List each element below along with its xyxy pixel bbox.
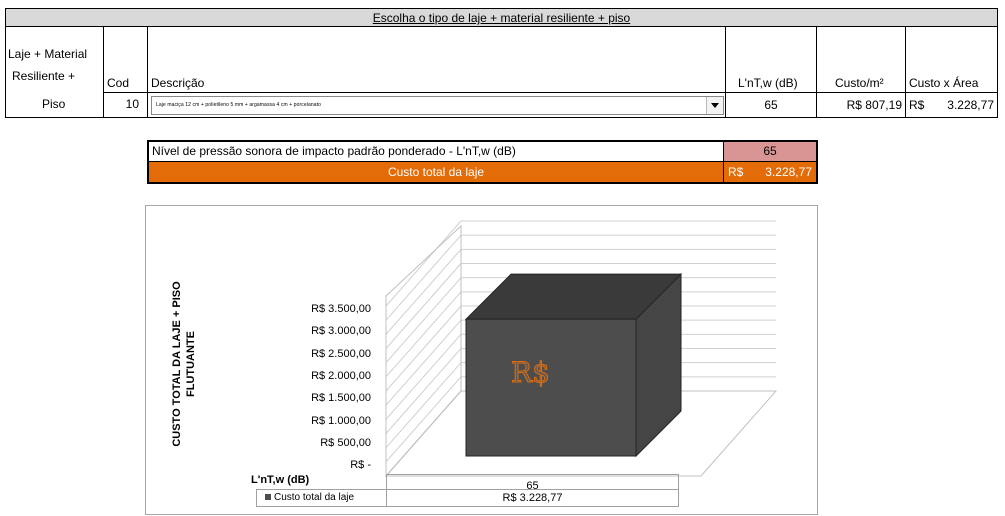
row-header-line-1: Laje + Material [8, 47, 88, 61]
descricao-cell: Laje maciça 12 cm + polietileno 5 mm + a… [147, 92, 726, 118]
custo-m2-cell: R$ 807,19 [816, 92, 906, 118]
y-tick-label: R$ - [350, 459, 371, 472]
col-lntw-header: L'nT,w (dB) [725, 26, 817, 93]
nivel-value: 65 [724, 142, 816, 162]
custo-total-value-cell: R$ 3.228,77 [724, 162, 816, 182]
table-title: Escolha o tipo de laje + material resili… [5, 8, 998, 27]
y-tick-label: R$ 1.000,00 [311, 414, 371, 427]
row-header-cell: Laje + Material Resiliente + Piso [5, 26, 104, 118]
chart-xlabel: L'nT,w (dB) [251, 474, 310, 486]
bar-front [465, 318, 637, 457]
chart-category-cell: 65 [386, 474, 679, 492]
gridline [385, 220, 462, 307]
lntw-cell: 65 [725, 92, 817, 118]
gridline [385, 362, 462, 448]
row-header-line-2: Resiliente + [12, 69, 76, 83]
legend-label: Custo total da laje [274, 492, 355, 503]
y-tick-label: R$ 3.500,00 [311, 303, 371, 315]
col-custo-area-header: Custo x Área [905, 26, 998, 93]
y-tick-label: R$ 1.500,00 [311, 392, 371, 405]
y-tick-label: R$ 2.500,00 [311, 347, 371, 360]
descricao-dropdown-value: Laje maciça 12 cm + polietileno 5 mm + a… [156, 102, 321, 108]
gridline [385, 348, 462, 434]
col-custo-m2-header: Custo/m² [816, 26, 906, 93]
gridline [385, 277, 462, 363]
col-descricao-header: Descrição [147, 26, 726, 93]
gridline [385, 376, 462, 463]
gridline [385, 249, 462, 335]
y-tick-label: R$ 2.000,00 [311, 369, 371, 382]
custo-total-label: Custo total da laje [149, 162, 724, 182]
chart-bars [464, 272, 683, 458]
gridline [385, 291, 462, 378]
chart-plot [384, 220, 778, 478]
chart-legend-cell: Custo total da laje [256, 489, 387, 507]
legend-swatch [265, 494, 271, 500]
gridline [385, 263, 462, 349]
chart-value-cell: R$ 3.228,77 [386, 489, 679, 507]
cod-cell: 10 [103, 92, 148, 118]
chart-area[interactable]: CUSTO TOTAL DA LAJE + PISO FLUTUANTE R$ … [145, 205, 818, 515]
gridline [385, 234, 462, 321]
gridline [385, 305, 462, 392]
y-tick-label: R$ 3.000,00 [311, 325, 371, 338]
row-header-line-3: Piso [42, 97, 66, 111]
gridline [385, 319, 462, 406]
custo-area-cell: R$ 3.228,77 [905, 92, 998, 118]
bar-logo: R$ [511, 356, 551, 390]
y-tick-label: R$ 500,00 [320, 436, 371, 449]
descricao-dropdown[interactable]: Laje maciça 12 cm + polietileno 5 mm + a… [151, 96, 724, 115]
gridline [385, 334, 462, 420]
col-cod-header: Cod [103, 26, 148, 93]
nivel-label: Nível de pressão sonora de impacto padrã… [149, 142, 724, 162]
chevron-down-icon[interactable] [706, 97, 723, 114]
